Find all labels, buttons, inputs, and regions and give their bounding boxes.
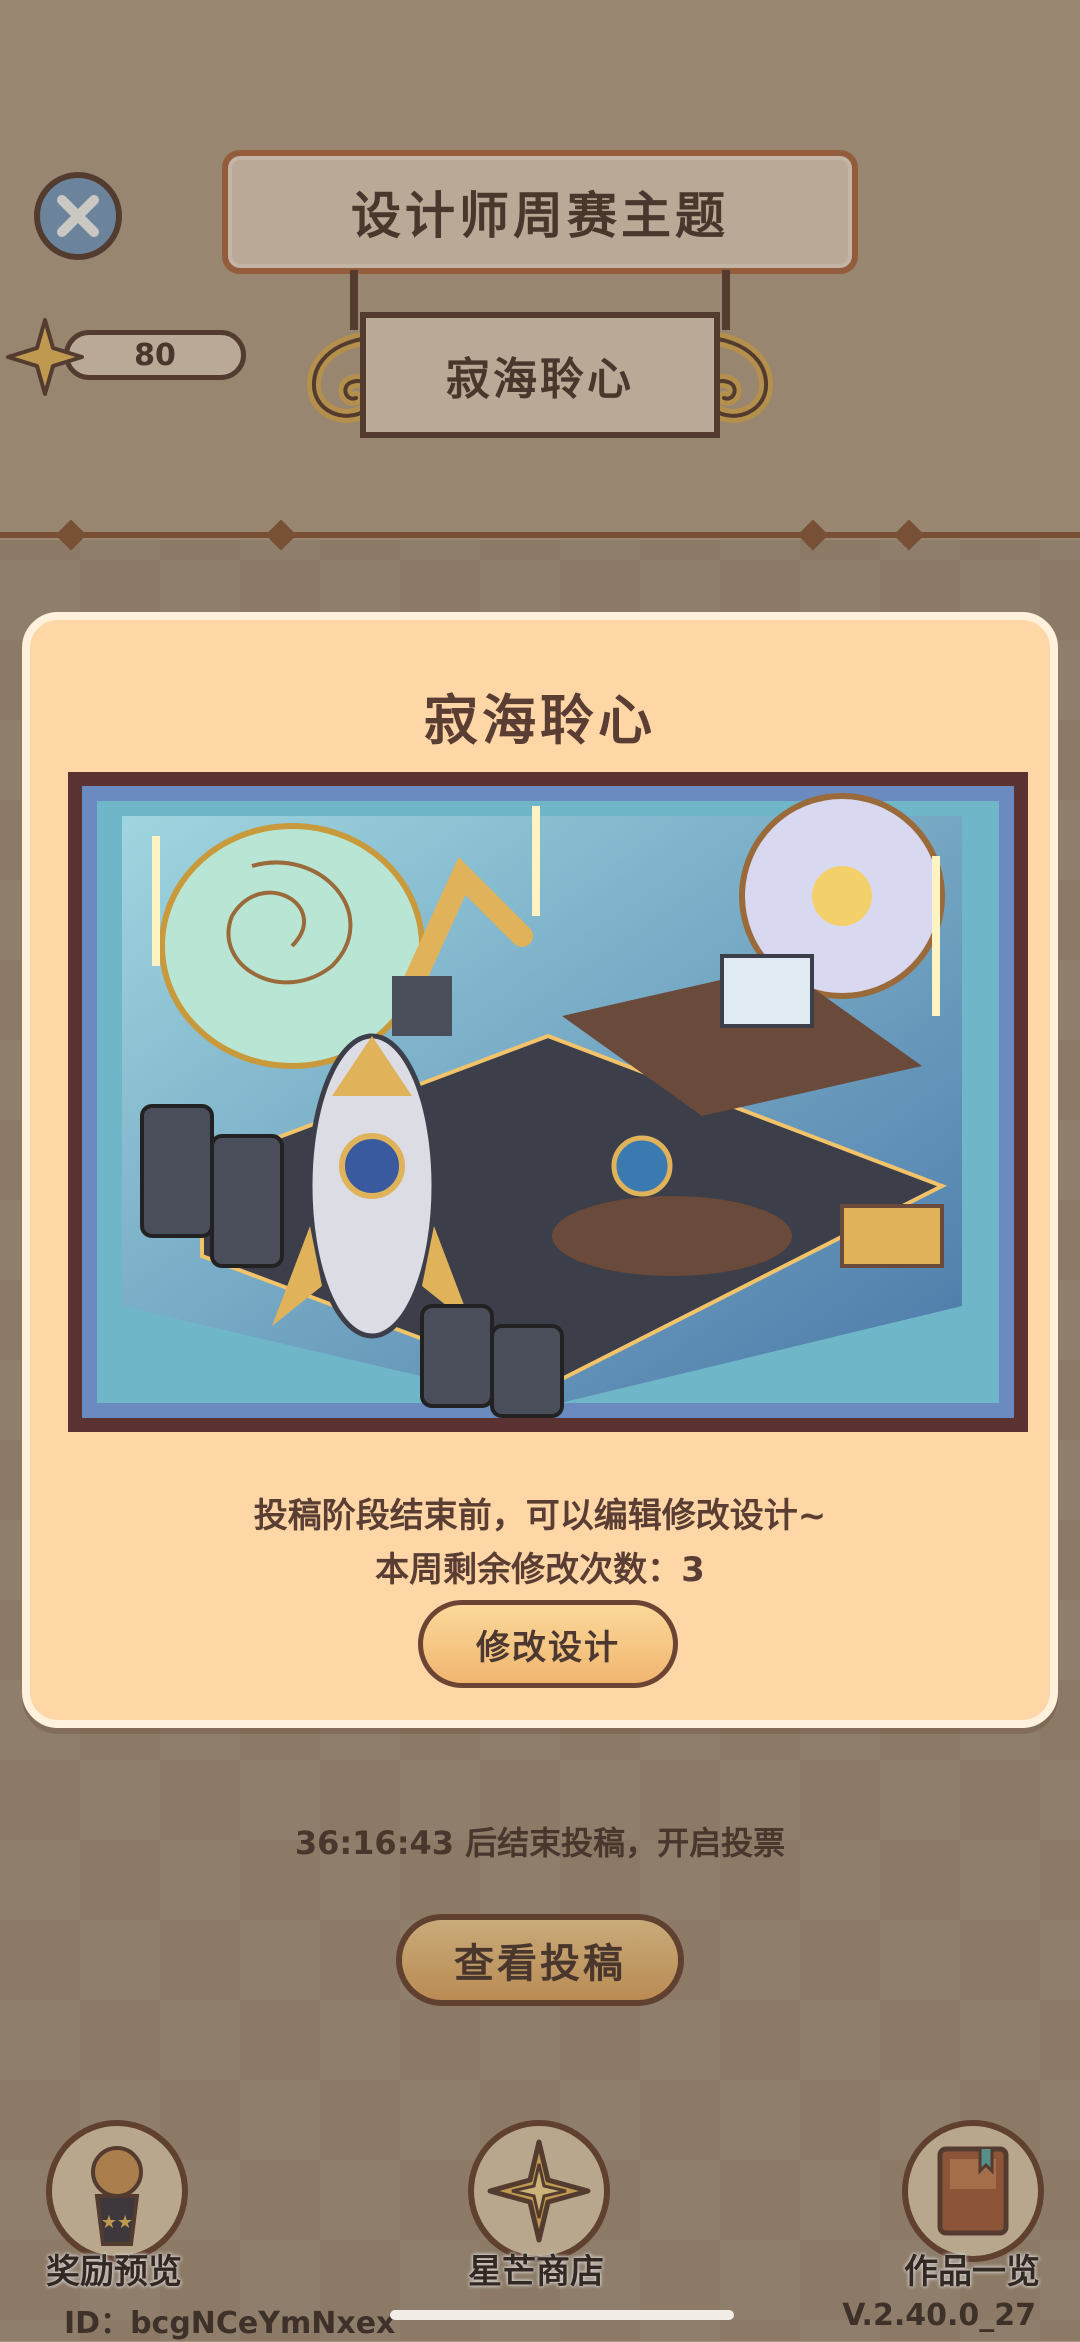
theme-detail-dialog: 寂海聆心 投稿阶段结束前，可以编辑修改设计~ 本周剩余修改次数：3 修改设计 bbox=[22, 612, 1058, 1728]
edit-design-label: 修改设计 bbox=[476, 1627, 620, 1668]
dialog-description: 投稿阶段结束前，可以编辑修改设计~ bbox=[253, 1496, 827, 1536]
theme-preview-image bbox=[82, 786, 1014, 1418]
edit-design-button[interactable]: 修改设计 bbox=[418, 1600, 678, 1688]
dialog-title: 寂海聆心 bbox=[424, 689, 656, 752]
home-indicator bbox=[390, 2310, 734, 2320]
remaining-edits-text: 本周剩余修改次数：3 bbox=[375, 1550, 705, 1590]
theme-preview-image-frame bbox=[68, 772, 1028, 1432]
